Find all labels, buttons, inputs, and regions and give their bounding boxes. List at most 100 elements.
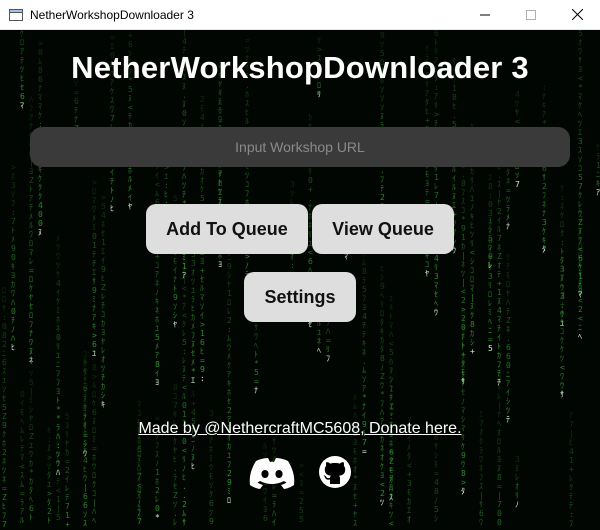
svg-text:ｹ: ｹ — [596, 143, 600, 152]
title-bar[interactable]: NetherWorkshopDownloader 3 — [0, 0, 600, 30]
svg-text:ｳ: ｳ — [560, 381, 564, 390]
svg-text:7: 7 — [434, 191, 439, 200]
svg-text:0: 0 — [20, 390, 25, 399]
svg-text:ﾂ: ﾂ — [389, 510, 393, 519]
close-button[interactable] — [554, 0, 600, 30]
svg-text:ｶ: ｶ — [227, 442, 231, 451]
svg-text:0: 0 — [308, 176, 313, 185]
svg-text:4: 4 — [434, 254, 439, 263]
svg-text:6: 6 — [128, 40, 133, 49]
svg-text:ﾄ: ﾄ — [389, 312, 393, 321]
svg-text:ﾍ: ﾍ — [488, 317, 492, 326]
svg-text:|: | — [497, 189, 502, 198]
svg-text:7: 7 — [497, 234, 502, 243]
svg-text:ﾛ: ﾛ — [497, 437, 501, 446]
minimize-button[interactable] — [462, 0, 508, 30]
svg-text:ｲ: ｲ — [488, 245, 492, 254]
svg-text:ﾐ: ﾐ — [227, 487, 231, 496]
svg-text:ｱ: ｱ — [506, 379, 510, 388]
svg-text:ｱ: ｱ — [92, 313, 96, 322]
svg-text:ﾄ: ﾄ — [47, 516, 51, 525]
svg-text:2: 2 — [542, 182, 547, 191]
svg-text:5: 5 — [101, 202, 106, 211]
author-link[interactable]: Made by @NethercraftMC5608 — [138, 420, 360, 437]
svg-text:ﾇ: ﾇ — [191, 340, 195, 349]
maximize-button[interactable] — [508, 0, 554, 30]
svg-text:ｻ: ｻ — [560, 318, 564, 327]
svg-text:9: 9 — [227, 478, 232, 487]
svg-text:ﾀ: ﾀ — [542, 245, 546, 254]
svg-text:ﾏ: ﾏ — [200, 293, 204, 302]
svg-text:ｵ: ｵ — [137, 504, 141, 513]
svg-text:ｹ: ｹ — [560, 336, 564, 345]
svg-text:.: . — [461, 170, 466, 179]
svg-text:ｸ: ｸ — [38, 192, 42, 201]
svg-text:ﾘ: ﾘ — [434, 101, 438, 110]
svg-text:ｸ: ｸ — [38, 183, 42, 192]
svg-text:ﾇ: ﾇ — [182, 365, 186, 374]
svg-text:ｶ: ｶ — [101, 319, 105, 328]
svg-text:ｳ: ｳ — [578, 209, 582, 218]
svg-text:ﾁ: ﾁ — [362, 321, 366, 330]
svg-text:2: 2 — [2, 448, 7, 457]
svg-text:ｳ: ｳ — [83, 474, 87, 483]
svg-text:|: | — [182, 30, 187, 37]
svg-text:ﾊ: ﾊ — [470, 185, 474, 194]
svg-text:<: < — [560, 363, 565, 372]
svg-text:.: . — [452, 111, 457, 120]
svg-text:ﾑ: ﾑ — [227, 334, 231, 343]
svg-text:ﾎ: ﾎ — [155, 477, 159, 486]
svg-text:ﾏ: ﾏ — [182, 266, 186, 275]
svg-text:ﾐ: ﾐ — [92, 223, 96, 232]
svg-text:ﾌ: ﾌ — [155, 441, 159, 450]
svg-text:ﾊ: ﾊ — [182, 172, 186, 181]
svg-text:ﾔ: ﾔ — [515, 108, 519, 117]
svg-text:ｸ: ｸ — [182, 320, 186, 329]
svg-text:=: = — [389, 465, 394, 474]
svg-text:ﾜ: ﾜ — [29, 338, 33, 347]
donate-link[interactable]: Donate here. — [369, 420, 462, 437]
svg-text:ｽ: ｽ — [578, 146, 582, 155]
github-icon[interactable] — [318, 455, 352, 489]
svg-text:9: 9 — [227, 262, 232, 271]
settings-button[interactable]: Settings — [244, 272, 356, 322]
add-to-queue-button[interactable]: Add To Queue — [146, 204, 308, 254]
svg-text:1: 1 — [101, 238, 106, 247]
svg-text:ﾔ: ﾔ — [128, 202, 132, 211]
svg-text:ｹ: ｹ — [560, 211, 564, 220]
workshop-url-input[interactable] — [30, 127, 570, 167]
svg-text:ﾑ: ﾑ — [182, 509, 186, 518]
view-queue-button[interactable]: View Queue — [312, 204, 454, 254]
svg-text:ﾂ: ﾂ — [137, 495, 141, 504]
svg-text:ﾃ: ﾃ — [569, 492, 573, 501]
svg-text:ｵ: ｵ — [560, 309, 564, 318]
svg-text:ﾂ: ﾂ — [29, 369, 33, 378]
svg-text:ﾌ: ﾌ — [461, 188, 465, 197]
svg-text:ｺ: ｺ — [245, 180, 249, 189]
svg-text:4: 4 — [182, 37, 187, 46]
svg-text:ﾌ: ﾌ — [389, 384, 393, 393]
svg-text:0: 0 — [182, 437, 187, 446]
svg-text:ﾇ: ﾇ — [578, 227, 582, 236]
svg-text:ﾛ: ﾛ — [560, 220, 564, 229]
svg-text:<: < — [389, 339, 394, 348]
svg-text:2: 2 — [227, 316, 232, 325]
svg-text:ﾋ: ﾋ — [56, 441, 60, 450]
svg-text:4: 4 — [362, 312, 367, 321]
svg-text:9: 9 — [461, 451, 466, 460]
svg-text:<: < — [470, 248, 475, 257]
svg-text:ﾇ: ﾇ — [47, 444, 51, 453]
svg-text:ﾈ: ﾈ — [101, 220, 105, 229]
svg-text:=: = — [272, 491, 277, 500]
svg-text:ﾅ: ﾅ — [542, 209, 546, 218]
svg-text:ｵ: ｵ — [497, 261, 501, 270]
svg-text:ｸ: ｸ — [461, 359, 465, 368]
svg-text:ﾓ: ﾓ — [173, 257, 177, 266]
svg-text:ﾖ: ﾖ — [200, 257, 204, 266]
discord-icon[interactable] — [248, 457, 296, 489]
svg-text:ﾌ: ﾌ — [497, 360, 501, 369]
svg-text:ｾ: ｾ — [434, 290, 438, 299]
svg-text:ﾛ: ﾛ — [218, 179, 222, 188]
svg-text:4: 4 — [38, 201, 43, 210]
svg-text:ｽ: ｽ — [2, 367, 6, 376]
